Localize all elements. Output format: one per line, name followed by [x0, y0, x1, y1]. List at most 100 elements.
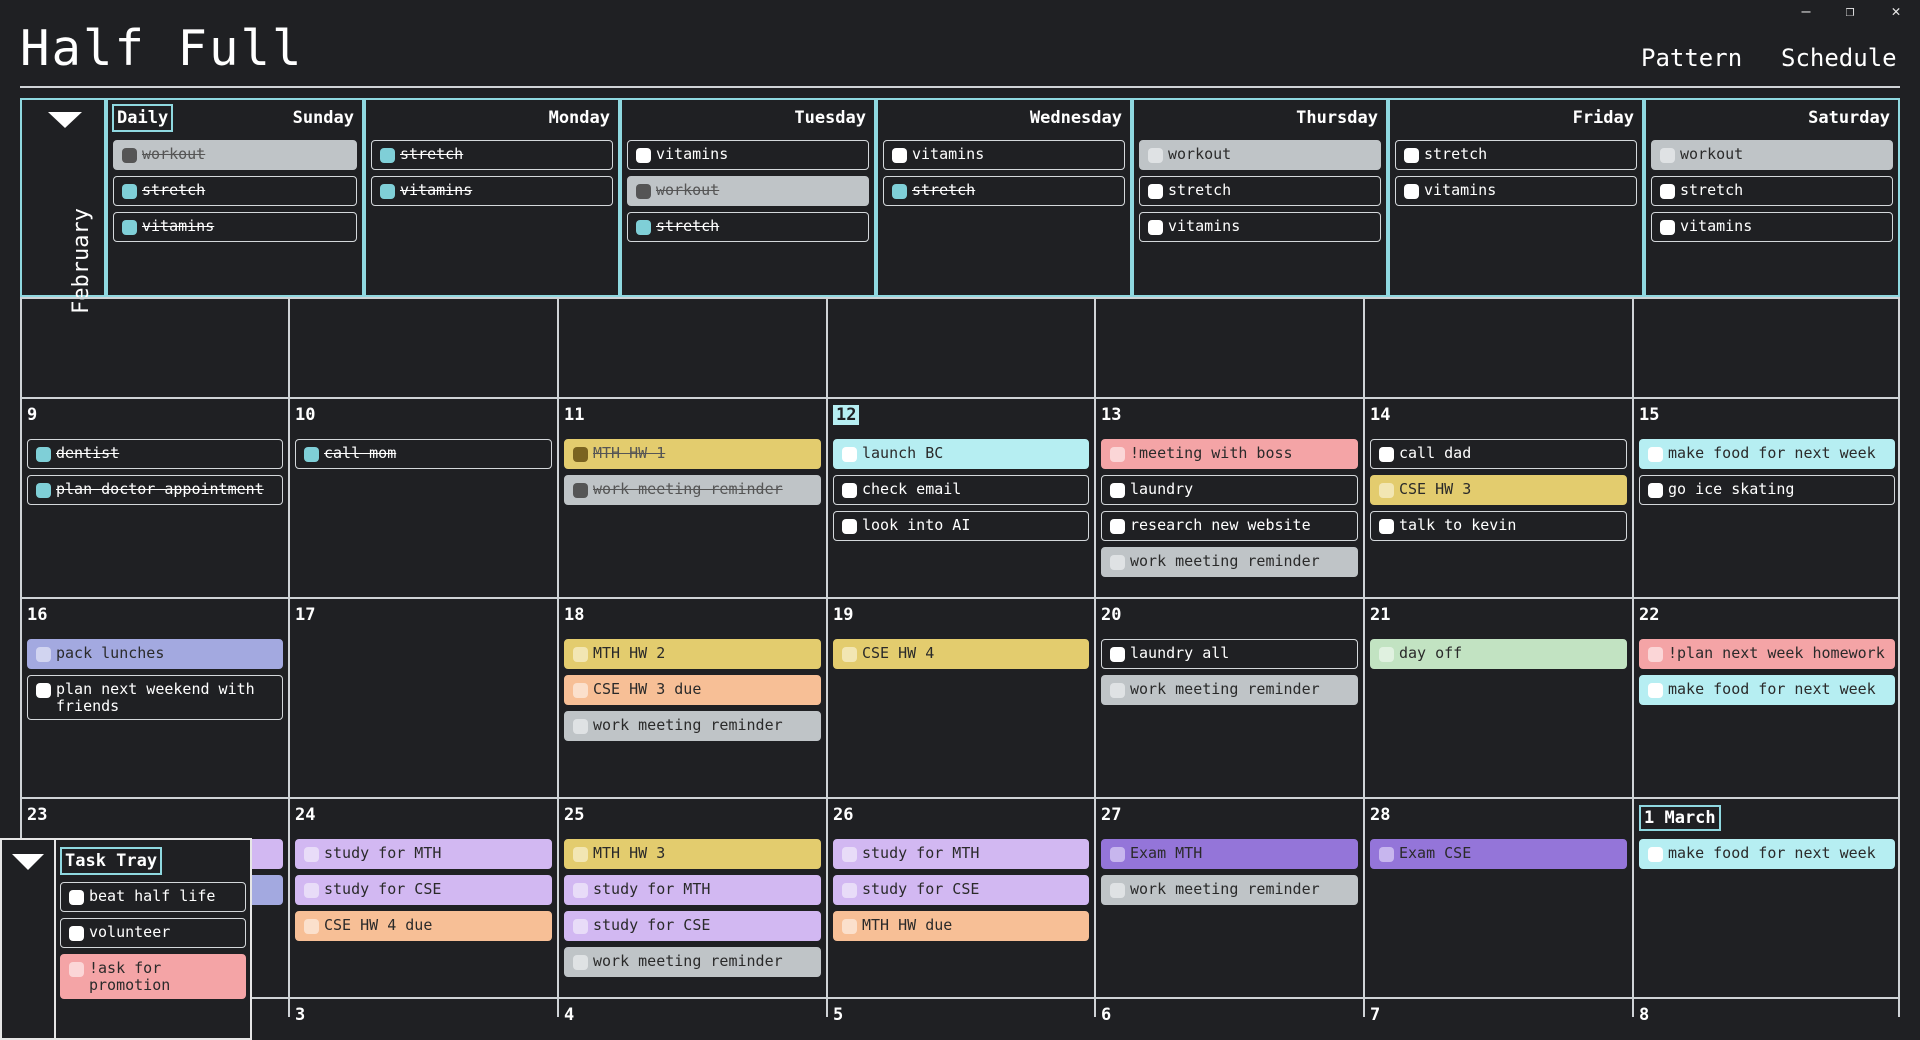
task-checkbox[interactable]: [1110, 519, 1125, 534]
nav-schedule[interactable]: Schedule: [1781, 44, 1897, 72]
task-chip[interactable]: volunteer: [60, 918, 246, 948]
task-chip[interactable]: study for CSE: [295, 875, 552, 905]
task-checkbox[interactable]: [122, 220, 137, 235]
task-chip[interactable]: MTH HW 2: [564, 639, 821, 669]
task-checkbox[interactable]: [573, 955, 588, 970]
task-chip[interactable]: laundry all: [1101, 639, 1358, 669]
task-checkbox[interactable]: [636, 184, 651, 199]
task-chip[interactable]: study for MTH: [295, 839, 552, 869]
collapse-arrow-icon[interactable]: [48, 112, 82, 128]
task-chip[interactable]: work meeting reminder: [564, 711, 821, 741]
calendar-day-cell[interactable]: 17: [290, 599, 557, 797]
nav-pattern[interactable]: Pattern: [1641, 44, 1742, 72]
task-chip[interactable]: make food for next week: [1639, 675, 1895, 705]
task-checkbox[interactable]: [1648, 647, 1663, 662]
task-checkbox[interactable]: [1110, 647, 1125, 662]
task-chip[interactable]: study for MTH: [833, 839, 1089, 869]
task-checkbox[interactable]: [842, 919, 857, 934]
task-chip[interactable]: plan doctor appointment: [27, 475, 283, 505]
calendar-day-cell[interactable]: 25 MTH HW 3 study for MTH study for CSE work…: [559, 799, 826, 997]
calendar-day-cell[interactable]: 1 March make food for next week: [1634, 799, 1900, 997]
calendar-day-cell[interactable]: 13 !meeting with boss laundry research new …: [1096, 399, 1363, 597]
task-chip[interactable]: CSE HW 3: [1370, 475, 1627, 505]
task-chip[interactable]: launch BC: [833, 439, 1089, 469]
task-checkbox[interactable]: [1110, 683, 1125, 698]
task-checkbox[interactable]: [1660, 220, 1675, 235]
task-checkbox[interactable]: [1379, 447, 1394, 462]
task-chip[interactable]: MTH HW 1: [564, 439, 821, 469]
task-chip[interactable]: work meeting reminder: [1101, 547, 1358, 577]
calendar-day-cell[interactable]: [828, 299, 1094, 397]
calendar-day-cell[interactable]: [1096, 299, 1363, 397]
task-chip[interactable]: beat half life: [60, 882, 246, 912]
task-checkbox[interactable]: [122, 184, 137, 199]
minimize-button[interactable]: –: [1796, 2, 1816, 20]
task-checkbox[interactable]: [1110, 483, 1125, 498]
restore-button[interactable]: ❐: [1840, 2, 1860, 20]
task-checkbox[interactable]: [842, 883, 857, 898]
calendar-day-cell[interactable]: 14 call dad CSE HW 3 talk to kevin: [1365, 399, 1632, 597]
task-chip[interactable]: make food for next week: [1639, 439, 1895, 469]
task-chip[interactable]: work meeting reminder: [1101, 875, 1358, 905]
calendar-day-cell[interactable]: 27 Exam MTH work meeting reminder: [1096, 799, 1363, 997]
calendar-day-cell[interactable]: 4: [559, 999, 826, 1040]
task-checkbox[interactable]: [1660, 148, 1675, 163]
task-checkbox[interactable]: [36, 483, 51, 498]
calendar-day-cell[interactable]: 12 launch BC check email look into AI: [828, 399, 1094, 597]
task-checkbox[interactable]: [304, 919, 319, 934]
task-chip[interactable]: make food for next week: [1639, 839, 1895, 869]
task-checkbox[interactable]: [36, 447, 51, 462]
task-checkbox[interactable]: [842, 847, 857, 862]
task-chip[interactable]: CSE HW 4 due: [295, 911, 552, 941]
task-chip[interactable]: vitamins: [1395, 176, 1637, 206]
task-checkbox[interactable]: [69, 890, 84, 905]
task-chip[interactable]: vitamins: [627, 140, 869, 170]
task-checkbox[interactable]: [1110, 447, 1125, 462]
task-chip[interactable]: vitamins: [1139, 212, 1381, 242]
task-checkbox[interactable]: [842, 647, 857, 662]
calendar-day-cell[interactable]: 8: [1634, 999, 1900, 1040]
calendar-day-cell[interactable]: 7: [1365, 999, 1632, 1040]
task-checkbox[interactable]: [636, 220, 651, 235]
calendar-day-cell[interactable]: 3: [290, 999, 557, 1040]
task-checkbox[interactable]: [1379, 519, 1394, 534]
task-checkbox[interactable]: [573, 719, 588, 734]
task-checkbox[interactable]: [573, 847, 588, 862]
task-chip[interactable]: look into AI: [833, 511, 1089, 541]
calendar-day-cell[interactable]: 15 make food for next week go ice skating: [1634, 399, 1900, 597]
task-checkbox[interactable]: [892, 184, 907, 199]
task-chip[interactable]: plan next weekend with friends: [27, 675, 283, 720]
calendar-day-cell[interactable]: [290, 299, 557, 397]
task-checkbox[interactable]: [573, 683, 588, 698]
task-checkbox[interactable]: [1379, 483, 1394, 498]
calendar-day-cell[interactable]: 19 CSE HW 4: [828, 599, 1094, 797]
task-checkbox[interactable]: [304, 883, 319, 898]
calendar-day-cell[interactable]: 21 day off: [1365, 599, 1632, 797]
task-checkbox[interactable]: [573, 919, 588, 934]
calendar-day-cell[interactable]: 6: [1096, 999, 1363, 1040]
calendar-day-cell[interactable]: [559, 299, 826, 397]
calendar-day-cell[interactable]: 20 laundry all work meeting reminder: [1096, 599, 1363, 797]
task-chip[interactable]: study for CSE: [833, 875, 1089, 905]
task-checkbox[interactable]: [122, 148, 137, 163]
task-checkbox[interactable]: [36, 683, 51, 698]
task-chip[interactable]: check email: [833, 475, 1089, 505]
calendar-day-cell[interactable]: [22, 299, 288, 397]
calendar-day-cell[interactable]: 16 pack lunches plan next weekend with fri…: [22, 599, 288, 797]
task-checkbox[interactable]: [1379, 847, 1394, 862]
task-checkbox[interactable]: [1648, 847, 1663, 862]
task-chip[interactable]: CSE HW 3 due: [564, 675, 821, 705]
task-checkbox[interactable]: [1379, 647, 1394, 662]
task-chip[interactable]: !ask for promotion: [60, 954, 246, 999]
task-checkbox[interactable]: [1148, 148, 1163, 163]
task-chip[interactable]: !meeting with boss: [1101, 439, 1358, 469]
task-chip[interactable]: vitamins: [883, 140, 1125, 170]
task-checkbox[interactable]: [1404, 184, 1419, 199]
task-chip[interactable]: stretch: [1651, 176, 1893, 206]
calendar-day-cell[interactable]: 5: [828, 999, 1094, 1040]
task-checkbox[interactable]: [636, 148, 651, 163]
month-selector[interactable]: February: [20, 98, 106, 314]
task-checkbox[interactable]: [304, 847, 319, 862]
task-checkbox[interactable]: [842, 483, 857, 498]
task-checkbox[interactable]: [1648, 683, 1663, 698]
